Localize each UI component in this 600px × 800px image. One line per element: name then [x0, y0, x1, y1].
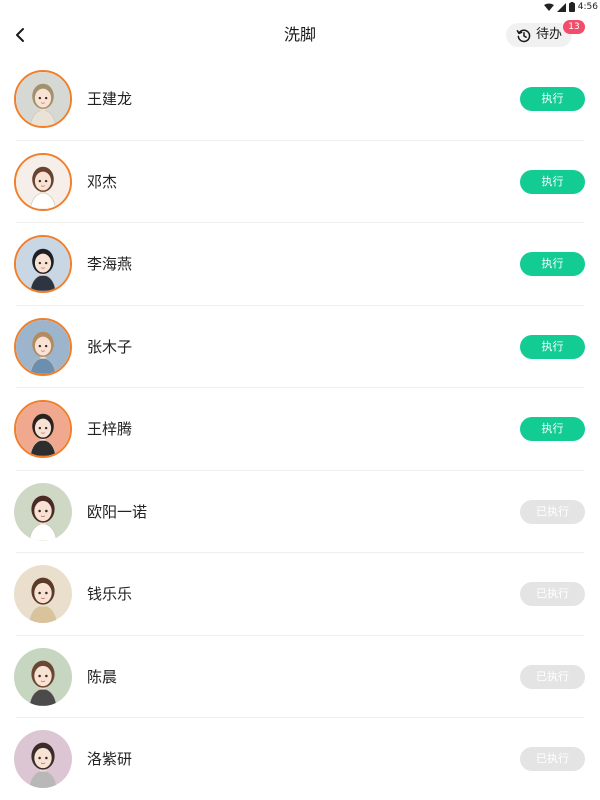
avatar[interactable] [14, 400, 72, 458]
status-time: 4:56 [577, 2, 598, 12]
list-item[interactable]: 李海燕 执行 [0, 223, 600, 306]
execute-button[interactable]: 执行 [520, 334, 585, 359]
person-name: 陈晨 [87, 667, 118, 686]
avatar[interactable] [14, 152, 72, 211]
avatar[interactable] [14, 565, 72, 623]
avatar-man-glasses-icon [16, 237, 70, 291]
list-item[interactable]: 王建龙 执行 [0, 58, 600, 141]
avatar[interactable] [14, 70, 72, 128]
executed-button: 已执行 [520, 664, 585, 689]
execute-button[interactable]: 执行 [520, 169, 585, 194]
avatar-girl-curly-icon [14, 482, 72, 541]
wifi-icon [543, 3, 554, 11]
avatar[interactable] [14, 482, 72, 541]
list-item[interactable]: 王梓腾 执行 [0, 388, 600, 471]
list-item[interactable]: 钱乐乐 已执行 [0, 553, 600, 636]
person-name: 李海燕 [87, 255, 133, 273]
avatar-girl-pigtails-icon [16, 154, 70, 209]
executed-button: 已执行 [520, 747, 585, 771]
todo-label: 待办 [536, 27, 563, 42]
person-name: 钱乐乐 [87, 585, 133, 603]
person-name: 王建龙 [87, 90, 133, 108]
execute-button[interactable]: 执行 [520, 417, 585, 441]
avatar[interactable] [14, 647, 72, 706]
history-icon [516, 28, 531, 42]
person-name: 洛紫研 [87, 750, 133, 768]
todo-count-badge: 13 [563, 20, 585, 34]
avatar-girl-headscarf-icon [16, 319, 70, 374]
list-item[interactable]: 洛紫研 已执行 [0, 718, 600, 800]
person-list: 王建龙 执行 邓杰 执行 李海燕 执行 张木子 执行 王梓腾 执行 欧阳一诺 已执行 钱乐乐 已执行 陈晨已… [0, 58, 600, 800]
list-item[interactable]: 张木子 执行 [0, 306, 600, 389]
battery-icon [568, 2, 575, 12]
execute-button[interactable]: 执行 [520, 87, 585, 111]
execute-button[interactable]: 执行 [520, 252, 585, 276]
executed-button: 已执行 [520, 499, 585, 524]
avatar-girl-beret-icon [14, 565, 72, 623]
list-item[interactable]: 欧阳一诺 已执行 [0, 471, 600, 554]
avatar-girl-straw-hat-icon [16, 402, 70, 456]
person-name: 欧阳一诺 [87, 502, 148, 521]
list-item[interactable]: 陈晨 已执行 [0, 636, 600, 719]
avatar[interactable] [14, 317, 72, 376]
avatar[interactable] [14, 730, 72, 788]
person-name: 王梓腾 [87, 420, 133, 438]
list-item[interactable]: 邓杰 执行 [0, 141, 600, 224]
person-name: 邓杰 [87, 172, 118, 191]
status-bar: 4:56 [0, 0, 600, 14]
person-name: 张木子 [87, 337, 133, 356]
app-header: 洗脚 待办 13 [0, 14, 600, 56]
avatar-girl-braid-icon [16, 72, 70, 126]
avatar-girl-flower-icon [14, 647, 72, 706]
avatar-girl-cat-icon [14, 730, 72, 788]
executed-button: 已执行 [520, 582, 585, 606]
signal-icon [556, 2, 566, 12]
status-icons: 4:56 [543, 1, 598, 13]
avatar[interactable] [14, 235, 72, 293]
